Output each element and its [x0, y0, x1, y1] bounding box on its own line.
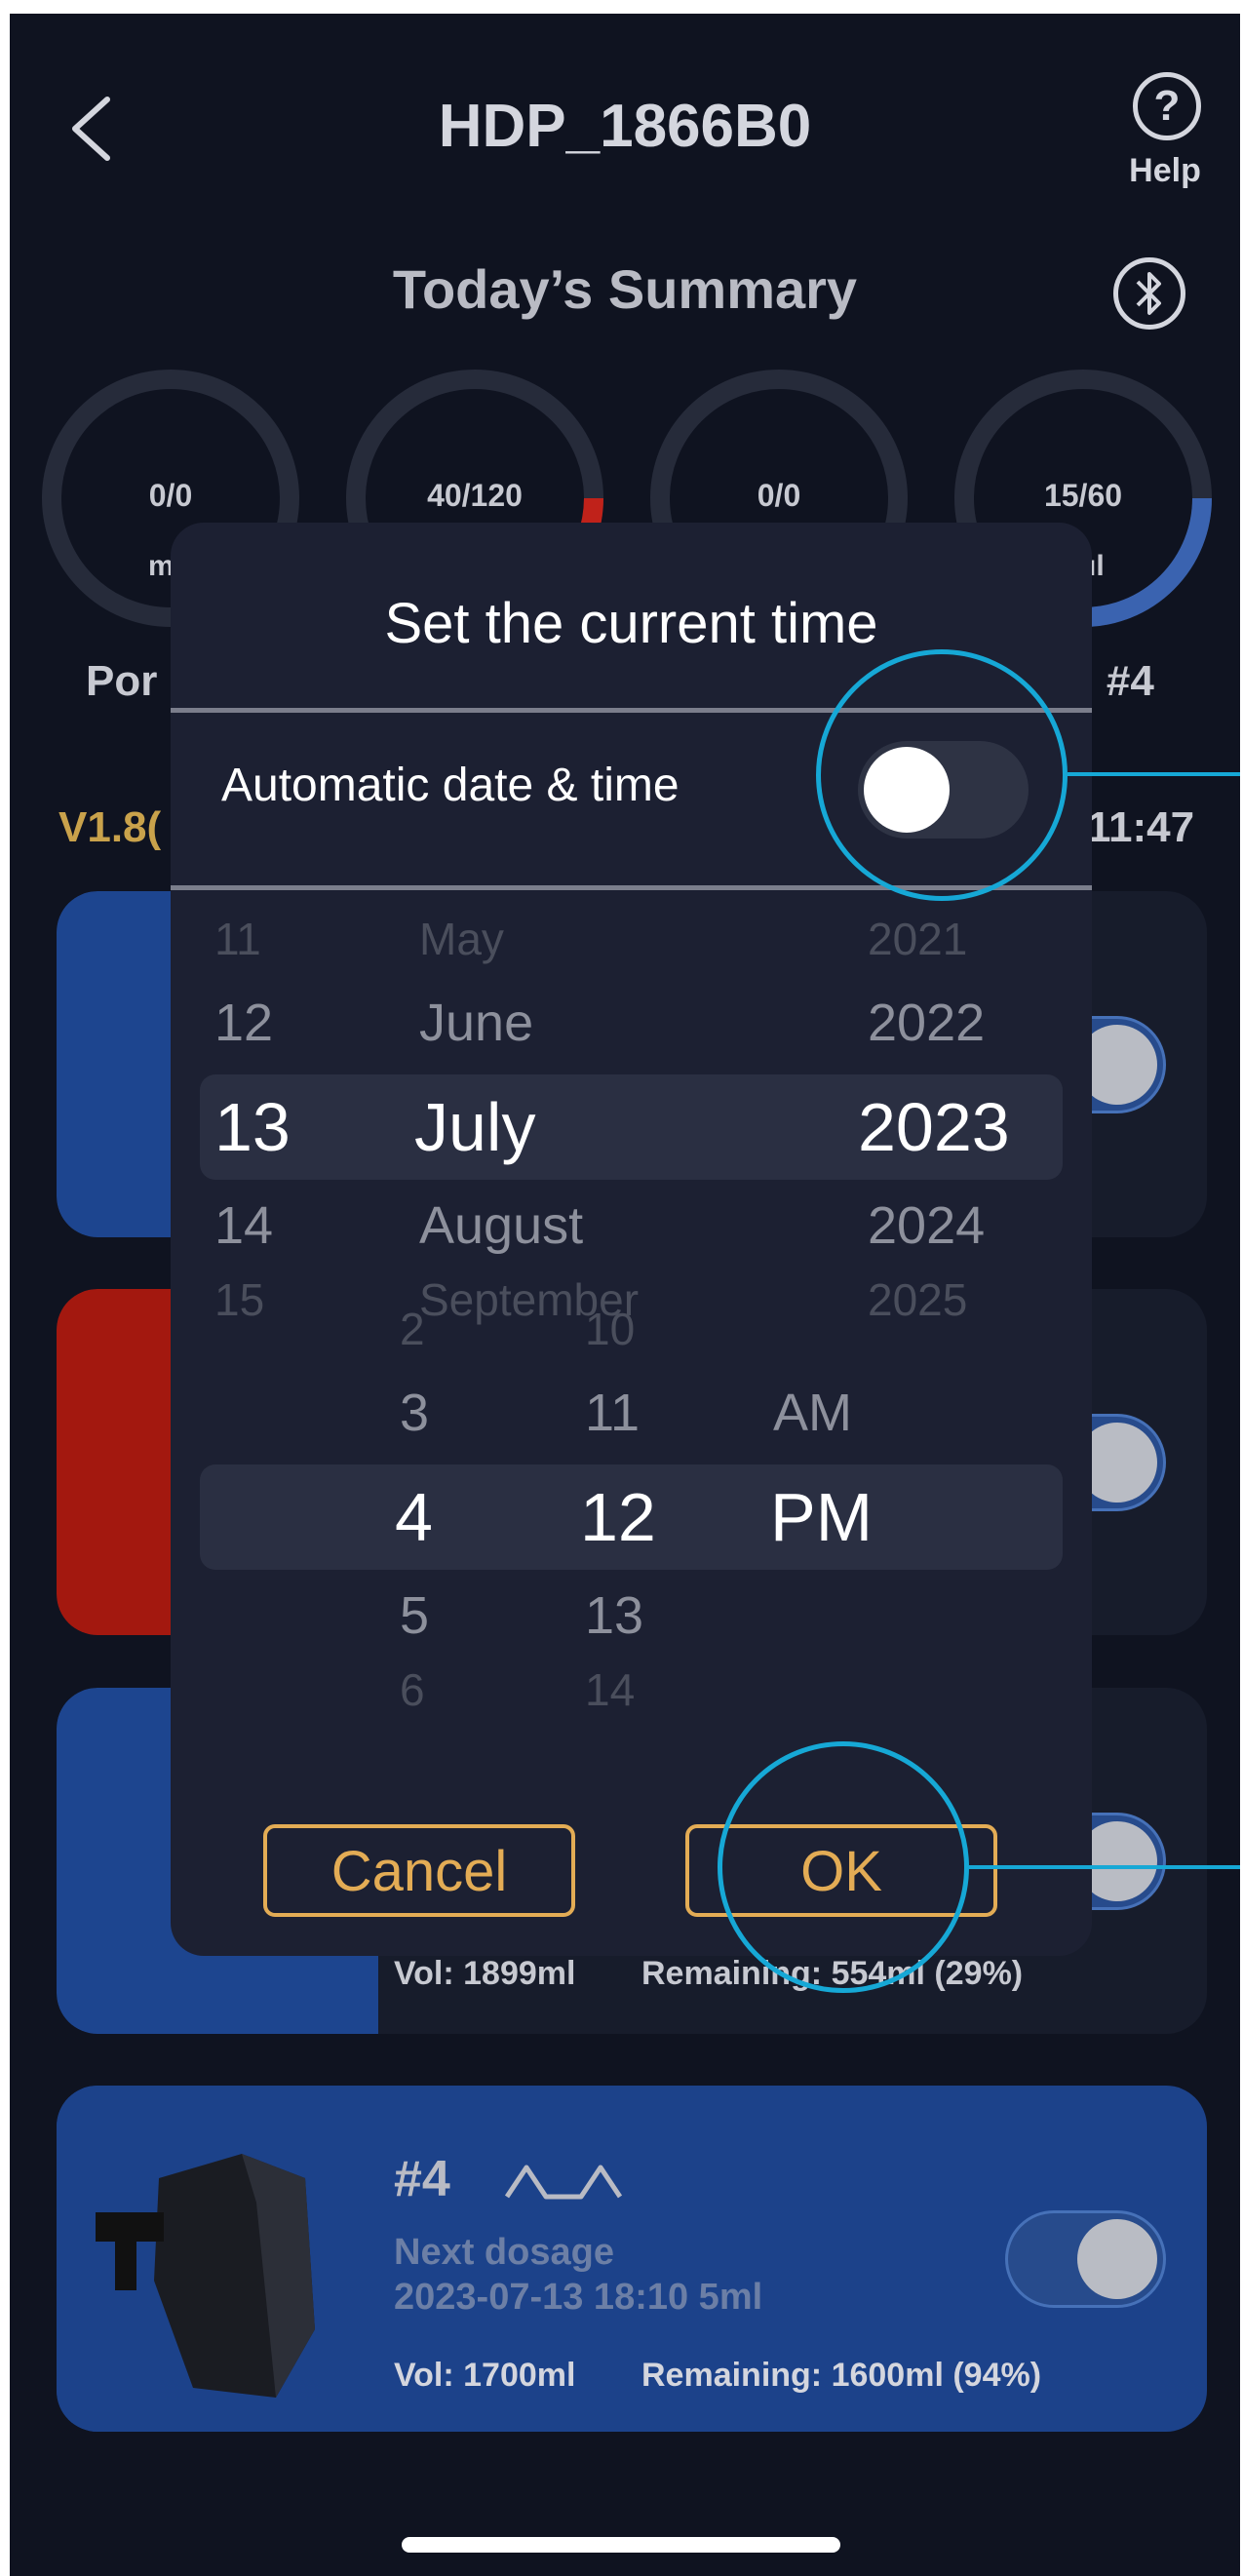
auto-time-label: Automatic date & time	[221, 760, 680, 811]
ring-value: 0/0	[148, 478, 193, 513]
year-option[interactable]: 2025	[868, 1273, 967, 1326]
time-partial: 11:47	[1087, 803, 1195, 851]
highlight-circle-ok	[718, 1741, 969, 1993]
port-label-partial: Por	[86, 657, 158, 705]
callout-line	[969, 1865, 1240, 1869]
day-option[interactable]: 11	[214, 913, 261, 965]
year-option[interactable]: 2022	[868, 993, 985, 1053]
minute-selected[interactable]: 12	[580, 1478, 656, 1556]
ring-value: 15/60	[1043, 478, 1123, 513]
month-option[interactable]: June	[419, 993, 533, 1053]
highlight-circle-switch	[816, 649, 1068, 901]
day-option[interactable]: 15	[214, 1273, 264, 1326]
hour-option[interactable]: 6	[400, 1663, 425, 1716]
card-volume: Vol: 1700ml	[394, 2357, 576, 2394]
year-selected[interactable]: 2023	[858, 1088, 1010, 1166]
device-title: HDP_1866B0	[438, 93, 812, 160]
minute-option[interactable]: 13	[585, 1585, 643, 1646]
day-selected[interactable]: 13	[214, 1088, 291, 1166]
day-option[interactable]: 14	[214, 1195, 273, 1256]
bluetooth-glyph	[1136, 272, 1161, 315]
hour-option[interactable]: 5	[400, 1585, 429, 1646]
ring-value: 40/120	[427, 478, 523, 513]
help-button[interactable]: ? Help	[1111, 72, 1228, 199]
hour-selected[interactable]: 4	[395, 1478, 433, 1556]
next-dosage-value: 2023-07-13 18:10 5ml	[394, 2277, 763, 2318]
home-indicator[interactable]	[402, 2537, 840, 2553]
ring-value: 0/0	[757, 478, 801, 513]
bluetooth-icon[interactable]	[1113, 257, 1185, 330]
hour-option[interactable]: 3	[400, 1383, 429, 1443]
version-partial: V1.8(	[58, 803, 162, 851]
year-option[interactable]: 2024	[868, 1195, 985, 1256]
wave-icon	[505, 2165, 622, 2200]
card-volume: Vol: 1899ml	[394, 1955, 576, 1992]
question-icon: ?	[1133, 72, 1201, 140]
next-dosage-label: Next dosage	[394, 2232, 614, 2273]
year-option[interactable]: 2021	[868, 913, 967, 965]
app-screen: HDP_1866B0 ? Help Today’s Summary 0/0 m …	[10, 14, 1240, 2576]
card-index: #4	[394, 2151, 450, 2207]
doser-icon	[96, 2154, 315, 2398]
minute-option[interactable]: 14	[585, 1663, 635, 1716]
cancel-button[interactable]: Cancel	[263, 1824, 575, 1917]
pump-toggle[interactable]	[1005, 2210, 1166, 2308]
callout-line	[1068, 772, 1240, 776]
day-option[interactable]: 12	[214, 993, 273, 1053]
month-option[interactable]: May	[419, 913, 504, 965]
summary-title: Today’s Summary	[392, 258, 858, 320]
hour-option[interactable]: 2	[400, 1303, 425, 1355]
month-selected[interactable]: July	[414, 1088, 535, 1166]
pump-card-4[interactable]: #4 Next dosage 2023-07-13 18:10 5ml Vol:…	[57, 2086, 1207, 2432]
period-option[interactable]: AM	[773, 1383, 852, 1443]
month-option[interactable]: August	[419, 1195, 583, 1256]
period-selected[interactable]: PM	[770, 1478, 873, 1556]
pump-image	[57, 2086, 378, 2432]
toggle-knob	[1077, 2219, 1157, 2299]
minute-option[interactable]: 10	[585, 1303, 635, 1355]
minute-option[interactable]: 11	[585, 1383, 640, 1443]
dialog-title: Set the current time	[384, 592, 878, 655]
card-remaining: Remaining: 1600ml (94%)	[641, 2357, 1042, 2394]
help-label: Help	[1129, 152, 1201, 189]
